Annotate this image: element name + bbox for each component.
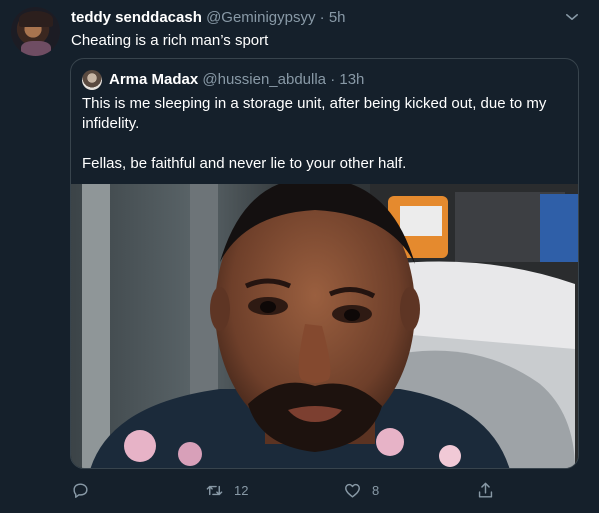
share-button[interactable] [476, 478, 505, 502]
user-handle[interactable]: @Geminigypsyy [206, 9, 315, 26]
reply-icon [73, 482, 88, 498]
separator-dot: · [330, 71, 336, 88]
avatar[interactable] [11, 7, 60, 56]
tweet-text: Cheating is a rich man’s sport [71, 32, 269, 49]
like-count: 8 [372, 482, 380, 498]
quoted-avatar[interactable] [82, 70, 102, 90]
selfie-photo[interactable] [71, 184, 578, 468]
retweet-count: 12 [234, 482, 249, 498]
reply-button[interactable] [71, 478, 100, 502]
quoted-handle[interactable]: @hussien_abdulla [202, 71, 326, 88]
retweet-icon [206, 485, 223, 495]
chevron-down-icon[interactable] [563, 8, 581, 26]
share-icon [478, 482, 493, 498]
timestamp[interactable]: 5h [329, 9, 346, 26]
avatar-hat [19, 11, 53, 27]
display-name[interactable]: teddy senddacash [71, 9, 202, 26]
quoted-header: Arma Madax @hussien_abdulla · 13h [109, 70, 364, 90]
quoted-timestamp[interactable]: 13h [339, 71, 364, 88]
avatar-shirt [21, 41, 51, 56]
photo-illustration [71, 184, 578, 468]
tweet-actions: 12 8 [71, 478, 493, 504]
separator-dot: · [319, 9, 325, 26]
retweet-button[interactable]: 12 [205, 478, 248, 502]
tweet-header: teddy senddacash @Geminigypsyy · 5h [71, 8, 346, 28]
heart-icon [345, 483, 360, 498]
like-button[interactable]: 8 [343, 478, 379, 502]
tweet[interactable]: teddy senddacash @Geminigypsyy · 5h Chea… [0, 0, 599, 513]
quoted-tweet[interactable]: Arma Madax @hussien_abdulla · 13h This i… [70, 58, 579, 469]
quoted-display-name[interactable]: Arma Madax [109, 71, 198, 88]
quoted-text: This is me sleeping in a storage unit, a… [82, 95, 547, 172]
